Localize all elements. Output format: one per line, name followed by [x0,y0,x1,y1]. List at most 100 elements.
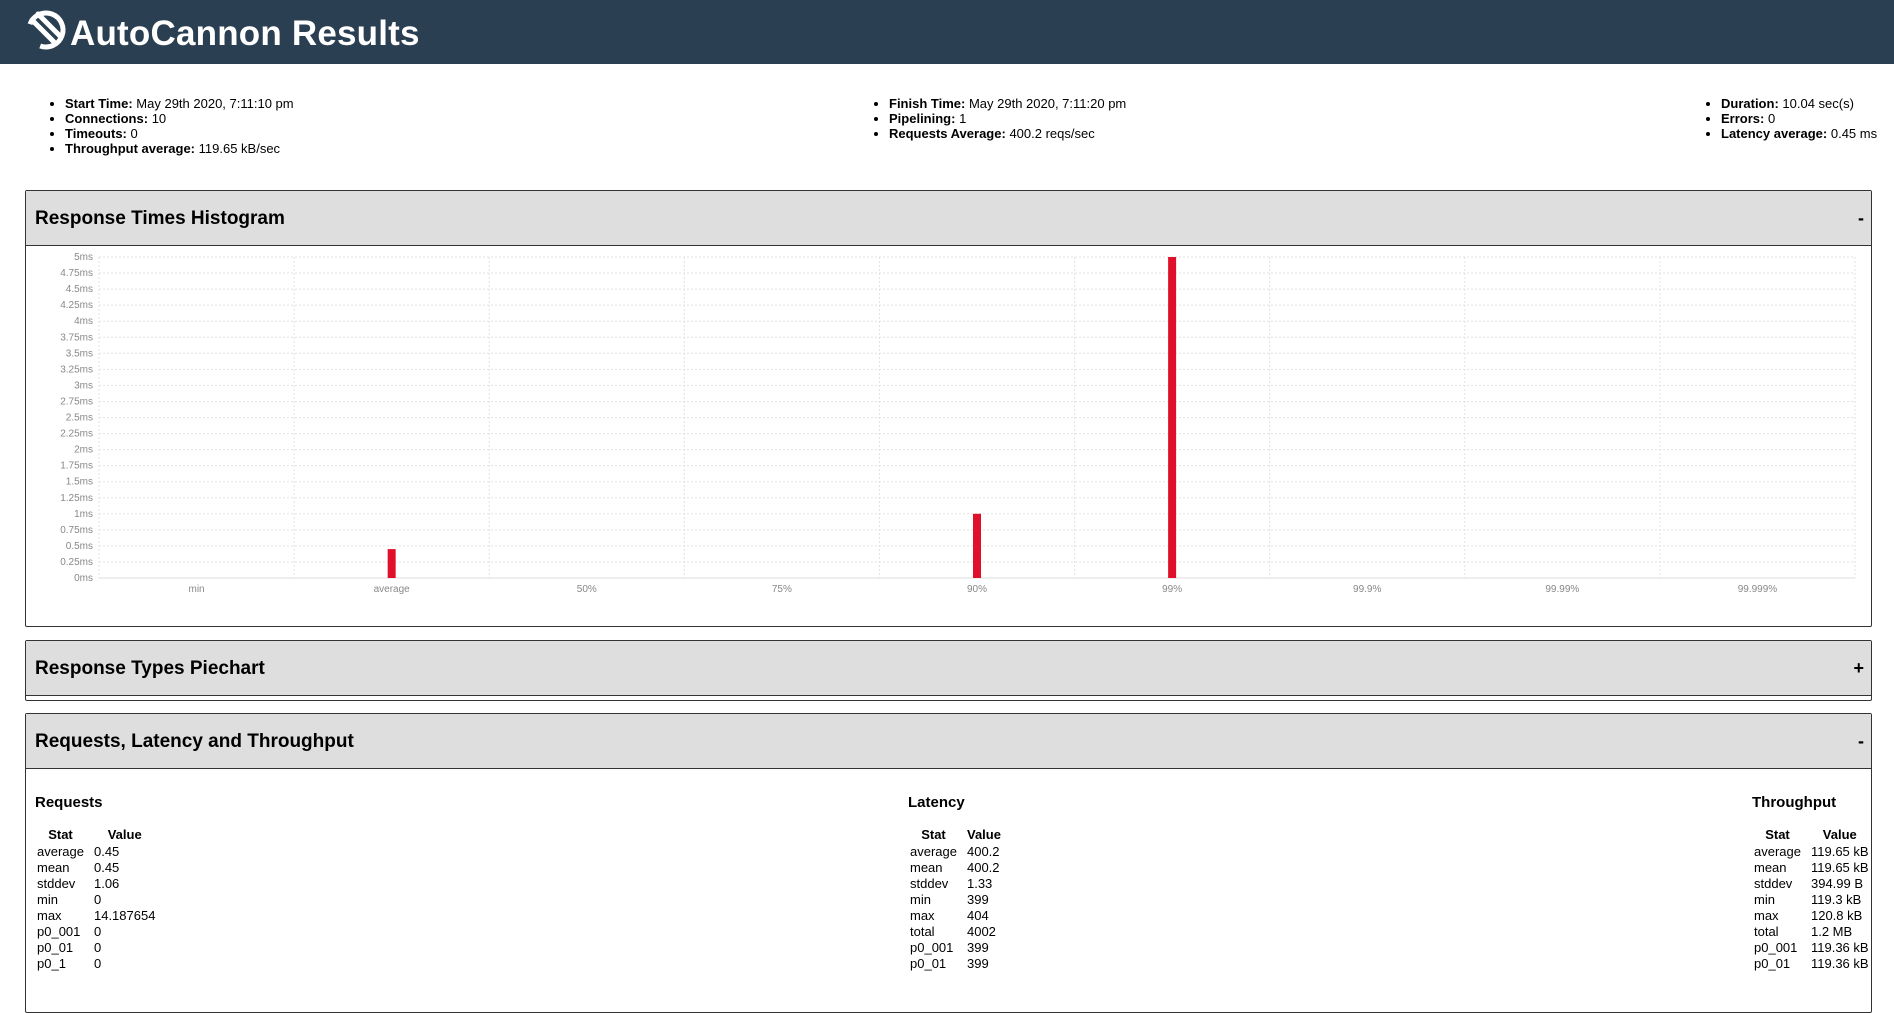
summary-item-label: Duration: [1721,96,1779,111]
stat-stat-cell: mean [1754,860,1787,875]
value-column-header: Value [1822,827,1857,842]
stat-stat-cell: p0_001 [910,940,954,955]
histogram-panel: Response Times Histogram - 0ms 0.25ms 0.5m… [25,190,1872,627]
stat-stat-cell: min [37,892,58,907]
y-tick-label: 2ms [74,445,93,456]
stat-stat-cell: max [37,908,62,923]
stat-stat-cell: max [910,908,935,923]
y-tick-label: 1.25ms [60,493,93,504]
summary-item-value: 400.2 reqs/sec [1009,126,1095,141]
table-row: stddev 1.06 [35,876,163,892]
histogram-panel-header[interactable]: Response Times Histogram - [26,191,1871,246]
value-column-header: Value [966,827,1001,842]
requests-stats-table: Stat Value average 0.45 mean 0.45 stddev 1.06… [35,827,163,972]
stat-stat-cell: min [910,892,931,907]
summary-column-1: Start Time: May 29th 2020, 7:11:10 pmCon… [25,96,294,156]
y-tick-label: 4.5ms [66,284,93,295]
stats-panel: Requests, Latency and Throughput - Reque… [25,713,1872,1013]
value-column-header: Value [107,827,142,842]
table-row: min 0 [35,892,163,908]
stat-stat-cell: p0_01 [37,940,74,955]
stats-panel-header[interactable]: Requests, Latency and Throughput - [26,714,1871,769]
stat-stat-cell: total [1754,924,1779,939]
piechart-panel-header[interactable]: Response Types Piechart + [26,641,1871,696]
y-tick-label: 0.75ms [60,525,93,536]
x-tick-label: 99.999% [1738,584,1778,595]
stats-collapse-toggle[interactable]: - [1858,731,1864,752]
table-row: p0_001 119.36 kB [1752,940,1877,956]
stat-stat-cell: p0_001 [1754,940,1798,955]
table-row: max 404 [908,908,1009,924]
stat-stat-cell: max [1754,908,1779,923]
summary-item: Timeouts: 0 [65,126,294,141]
table-row: min 119.3 kB [1752,892,1877,908]
summary-item-label: Start Time: [65,96,133,111]
summary-item: Finish Time: May 29th 2020, 7:11:20 pm [889,96,1126,111]
stat-stat-cell: average [1754,844,1801,859]
stat-value-cell: 0 [93,940,102,955]
histogram-bar [387,549,396,578]
app-header: AutoCannon Results [0,0,1894,64]
table-row: p0_01 0 [35,940,163,956]
summary-item-value: 10 [151,111,167,126]
y-tick-label: 1.5ms [66,477,93,488]
stat-value-cell: 0.45 [93,860,120,875]
stat-stat-cell: mean [910,860,943,875]
table-row: mean 119.65 kB [1752,860,1877,876]
stat-value-cell: 0 [93,892,102,907]
stat-value-cell: 0.45 [93,844,120,859]
stat-value-cell: 4002 [966,924,996,939]
stat-column-header: Stat [1765,827,1790,842]
stat-value-cell: 119.3 kB [1810,892,1862,907]
summary-item: Duration: 10.04 sec(s) [1721,96,1877,111]
stat-value-cell: 404 [966,908,989,923]
stat-column-header: Stat [921,827,946,842]
stat-value-cell: 119.65 kB [1810,844,1869,859]
stat-stat-cell: stddev [1754,876,1793,891]
table-row: max 120.8 kB [1752,908,1877,924]
autocannon-logo-icon [26,10,66,50]
stat-value-cell: 400.2 [966,860,1000,875]
table-row: average 400.2 [908,844,1009,860]
table-row: mean 400.2 [908,860,1009,876]
piechart-panel: Response Types Piechart + [25,640,1872,701]
histogram-bar [1168,257,1177,578]
summary-item: Pipelining: 1 [889,111,1126,126]
stat-stat-cell: min [1754,892,1775,907]
summary-item-value: 0.45 ms [1830,126,1878,141]
y-tick-label: 2.25ms [60,429,93,440]
x-tick-label: average [374,584,411,595]
y-tick-label: 4.75ms [60,268,93,279]
y-tick-label: 3.5ms [66,348,93,359]
table-row: total 1.2 MB [1752,924,1877,940]
stat-stat-cell: p0_001 [37,924,81,939]
table-row: p0_001 0 [35,924,163,940]
stat-value-cell: 399 [966,892,989,907]
requests-stats-title: Requests [35,794,103,811]
throughput-stats-title: Throughput [1752,794,1837,811]
app-title: AutoCannon Results [70,14,420,53]
summary-item-value: 10.04 sec(s) [1782,96,1854,111]
summary-item-label: Requests Average: [889,126,1006,141]
table-row: average 0.45 [35,844,163,860]
summary-item-label: Throughput average: [65,141,196,156]
y-tick-label: 1.75ms [60,461,93,472]
histogram-bar [973,513,981,578]
histogram-collapse-toggle[interactable]: - [1858,208,1864,229]
piechart-expand-toggle[interactable]: + [1853,658,1864,679]
y-tick-label: 3.25ms [60,364,93,375]
summary-item: Start Time: May 29th 2020, 7:11:10 pm [65,96,294,111]
summary-item-value: May 29th 2020, 7:11:10 pm [136,96,294,111]
stat-value-cell: 14.187654 [93,908,156,923]
y-tick-label: 2.75ms [60,396,93,407]
summary-item-value: 119.65 kB/sec [198,141,281,156]
summary-item: Throughput average: 119.65 kB/sec [65,141,294,156]
summary-item: Errors: 0 [1721,111,1877,126]
throughput-stats-table: Stat Value average 119.65 kB mean 119.65 kB… [1752,827,1877,972]
summary-item: Requests Average: 400.2 reqs/sec [889,126,1126,141]
table-row: stddev 1.33 [908,876,1009,892]
summary-item-label: Errors: [1721,111,1765,126]
table-row: stddev 394.99 B [1752,876,1877,892]
summary-item-value: 1 [959,111,967,126]
y-tick-label: 3.75ms [60,332,93,343]
